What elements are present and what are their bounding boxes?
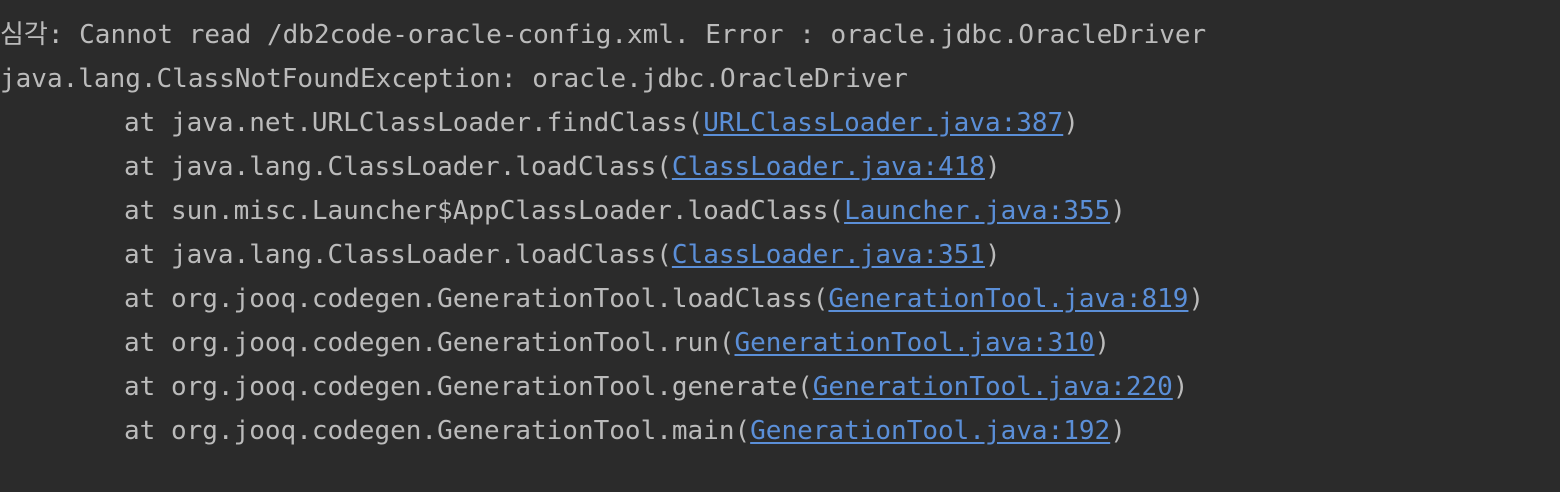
frame-paren-open: (: [718, 328, 735, 358]
stack-frame: at java.lang.ClassLoader.loadClass(Class…: [0, 233, 1001, 277]
stack-frame: at org.jooq.codegen.GenerationTool.gener…: [0, 365, 1188, 409]
frame-paren-open: (: [687, 108, 704, 138]
frame-paren-open: (: [797, 372, 813, 402]
error-message-line: 심각: Cannot read /db2code-oracle-config.x…: [0, 20, 1207, 50]
frame-at: at: [124, 108, 171, 138]
frame-paren-open: (: [812, 284, 829, 314]
console-output: 심각: Cannot read /db2code-oracle-config.x…: [0, 0, 1560, 492]
frame-paren-close: ): [1094, 328, 1111, 358]
stack-frame: at java.lang.ClassLoader.loadClass(Class…: [0, 145, 1001, 189]
source-link[interactable]: ClassLoader.java:418: [672, 152, 985, 182]
frame-method: sun.misc.Launcher$AppClassLoader.loadCla…: [170, 196, 829, 226]
frame-paren-close: ): [1110, 416, 1126, 446]
frame-at: at: [124, 284, 171, 314]
source-link[interactable]: GenerationTool.java:819: [828, 284, 1188, 314]
source-link[interactable]: GenerationTool.java:192: [750, 416, 1110, 446]
frame-method: org.jooq.codegen.GenerationTool.run: [170, 328, 719, 358]
frame-paren-open: (: [656, 240, 672, 270]
frame-method: java.lang.ClassLoader.loadClass: [170, 152, 657, 182]
source-link[interactable]: Launcher.java:355: [844, 196, 1110, 226]
source-link[interactable]: GenerationTool.java:220: [813, 372, 1173, 402]
frame-at: at: [124, 240, 171, 270]
frame-paren-close: ): [1188, 284, 1205, 314]
frame-at: at: [124, 328, 171, 358]
frame-at: at: [124, 416, 171, 446]
frame-paren-close: ): [1110, 196, 1126, 226]
frame-paren-close: ): [984, 152, 1001, 182]
frame-paren-close: ): [984, 240, 1001, 270]
frame-paren-open: (: [828, 196, 845, 226]
frame-method: org.jooq.codegen.GenerationTool.generate: [170, 372, 798, 402]
stack-frame: at org.jooq.codegen.GenerationTool.main(…: [0, 409, 1126, 453]
frame-at: at: [124, 196, 171, 226]
frame-paren-open: (: [656, 152, 672, 182]
source-link[interactable]: URLClassLoader.java:387: [703, 108, 1063, 138]
frame-method: org.jooq.codegen.GenerationTool.main: [170, 416, 735, 446]
frame-paren-open: (: [734, 416, 751, 446]
stack-frame: at org.jooq.codegen.GenerationTool.loadC…: [0, 277, 1204, 321]
frame-method: org.jooq.codegen.GenerationTool.loadClas…: [170, 284, 813, 314]
frame-paren-close: ): [1172, 372, 1189, 402]
frame-method: java.lang.ClassLoader.loadClass: [170, 240, 657, 270]
frame-paren-close: ): [1063, 108, 1079, 138]
stack-frame: at org.jooq.codegen.GenerationTool.run(G…: [0, 321, 1110, 365]
exception-line: java.lang.ClassNotFoundException: oracle…: [0, 64, 908, 94]
stack-frame: at java.net.URLClassLoader.findClass(URL…: [0, 101, 1079, 145]
stack-frame: at sun.misc.Launcher$AppClassLoader.load…: [0, 189, 1126, 233]
source-link[interactable]: ClassLoader.java:351: [672, 240, 985, 270]
source-link[interactable]: GenerationTool.java:310: [735, 328, 1095, 358]
frame-method: java.net.URLClassLoader.findClass: [170, 108, 688, 138]
frame-at: at: [124, 152, 171, 182]
frame-at: at: [124, 372, 171, 402]
